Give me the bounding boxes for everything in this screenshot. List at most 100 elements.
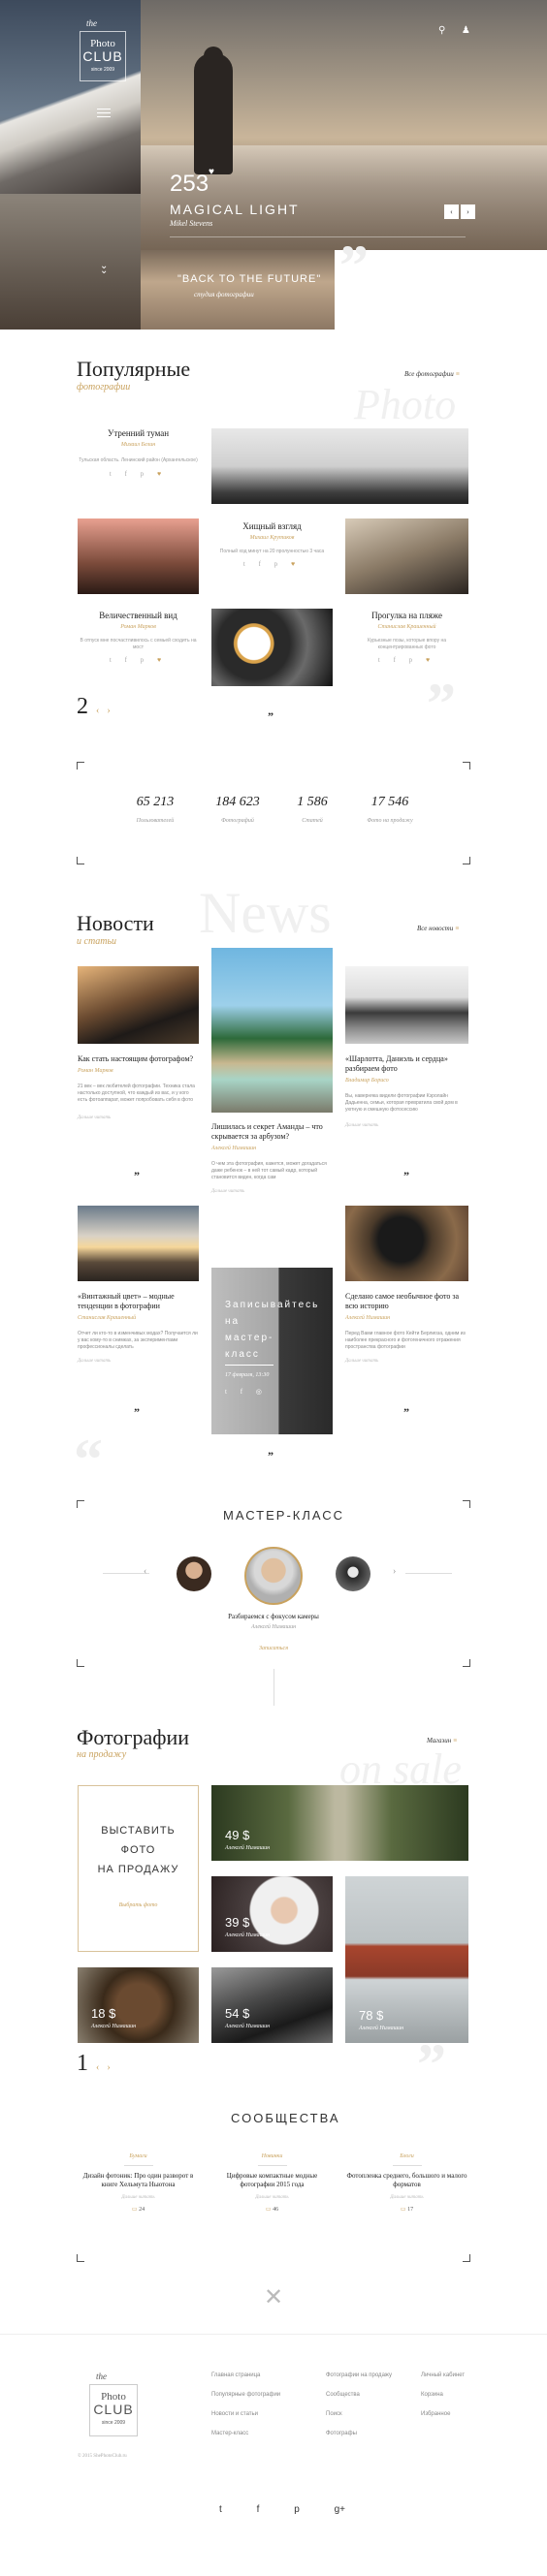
all-news-link[interactable]: Все новости	[417, 925, 460, 932]
footer-logo[interactable]: the Photo CLUB since 2009	[89, 2372, 138, 2436]
read-more-link[interactable]: Дальше читать	[345, 2195, 468, 2200]
share-icons[interactable]: t f p ♥	[345, 656, 468, 664]
hero-next-button[interactable]: ›	[461, 204, 475, 219]
quote-mark-icon: ”	[134, 1169, 140, 1182]
close-icon[interactable]: ✕	[264, 2283, 283, 2311]
popular-item-4[interactable]: Прогулка на пляже Станислав Крашенный Ку…	[345, 611, 468, 664]
photo-forest-road[interactable]: 49 $ Алексей Нимашин	[211, 1785, 468, 1861]
prev-page-button[interactable]: ‹	[96, 706, 99, 716]
pinterest-icon[interactable]: p	[294, 2504, 300, 2515]
photo-motorcycle[interactable]	[345, 966, 468, 1044]
quote-mark-icon: ”	[268, 1449, 274, 1462]
comments-count[interactable]: ▭ 24	[78, 2206, 199, 2213]
news-item-2[interactable]: Лишилась и секрет Аманды – что скрываетс…	[211, 1122, 333, 1194]
corner-decoration	[77, 762, 84, 770]
read-more-link[interactable]: Дальше читать	[345, 1123, 468, 1128]
corner-decoration	[463, 1500, 470, 1508]
footer-link[interactable]: Сообщества	[326, 2392, 392, 2398]
news-item-desc: 21 век – век любителей фотографии. Техни…	[78, 1084, 195, 1103]
site-logo[interactable]: the Photo CLUB since 2009	[80, 18, 126, 81]
photo-winter-girl[interactable]: 39 $ Алексей Нимашин	[211, 1876, 333, 1952]
community-item-1[interactable]: Бумаги Дизайн фотоник: Про один разворот…	[78, 2153, 199, 2213]
share-icons[interactable]: t f p ♥	[78, 656, 199, 664]
photo-golden-gate[interactable]: 78 $ Алексей Нимашин	[345, 1876, 468, 2043]
popular-item-2[interactable]: Хищный взгляд Михаил Крутиков Полный ход…	[211, 521, 333, 568]
search-icon[interactable]: ⚲	[438, 25, 445, 36]
heart-icon[interactable]: ♥	[209, 167, 214, 177]
read-more-link[interactable]: Дальше читать	[211, 2195, 333, 2200]
popular-item-3[interactable]: Величественный вид Роман Марков В отпуск…	[78, 611, 199, 664]
comments-count[interactable]: ▭ 17	[345, 2206, 468, 2213]
community-item-2[interactable]: Новинки Цифровые компактные модные фотог…	[211, 2153, 333, 2213]
share-icons[interactable]: t f ◎	[225, 1388, 268, 1396]
community-item-3[interactable]: Блоги Фотопленка среднего, большого и ма…	[345, 2153, 468, 2213]
footer-link[interactable]: Главная страница	[211, 2372, 280, 2378]
twitter-icon[interactable]: t	[219, 2504, 222, 2515]
comments-count[interactable]: ▭ 46	[211, 2206, 333, 2213]
masterclass-prev[interactable]: ‹	[144, 1566, 146, 1577]
comment-icon: ▭	[265, 2207, 272, 2213]
footer-link[interactable]: Популярные фотографии	[211, 2392, 280, 2398]
next-page-button[interactable]: ›	[107, 706, 110, 716]
next-page-button[interactable]: ›	[107, 2062, 110, 2073]
photo-bear[interactable]: 18 $ Алексей Нимашин	[78, 1967, 199, 2043]
news-item-author: Роман Марков	[78, 1068, 113, 1074]
item-desc: Тульская область. Ленинский район (Архан…	[79, 457, 198, 463]
footer-link[interactable]: Корзина	[421, 2392, 465, 2398]
photo-palms-van[interactable]	[211, 948, 333, 1113]
hero-prev-button[interactable]: ‹	[444, 204, 459, 219]
choose-photo-link[interactable]: Выбрать фото	[79, 1902, 198, 1908]
photo-camera[interactable]	[78, 966, 199, 1044]
share-icons[interactable]: t f p ♥	[78, 470, 199, 478]
news-item-4[interactable]: «Винтажный цвет» – модные тенденции в фо…	[78, 1292, 199, 1364]
masterclass-signup-link[interactable]: Записаться	[194, 1646, 353, 1651]
user-icon[interactable]: ♟	[462, 25, 470, 36]
masterclass-next[interactable]: ›	[393, 1566, 396, 1577]
photo-author: Алексей Нимашин	[91, 2024, 137, 2029]
share-icons[interactable]: t f p ♥	[211, 560, 333, 568]
all-photos-link[interactable]: Все фотографии	[404, 370, 460, 378]
read-more-link[interactable]: Дальше читать	[211, 1189, 333, 1194]
read-more-link[interactable]: Дальше читать	[78, 1115, 199, 1120]
footer-link[interactable]: Избранное	[421, 2411, 465, 2417]
footer-link[interactable]: Поиск	[326, 2411, 392, 2417]
stat-photos: 184 623 Фотографий	[199, 795, 276, 824]
hero-author[interactable]: Mikel Stevens	[170, 219, 212, 228]
footer-link[interactable]: Личный кабинет	[421, 2372, 465, 2378]
news-item-3[interactable]: «Шарлотта, Даниэль и сердца» разбираем ф…	[345, 1054, 468, 1128]
menu-icon[interactable]	[97, 109, 111, 117]
hero-sub-banner[interactable]: "BACK TO THE FUTURE" студия фотографии	[141, 250, 335, 330]
footer-link[interactable]: Фотографы	[326, 2431, 392, 2436]
community-title: СООБЩЕСТВА	[231, 2111, 340, 2125]
photo-bridge[interactable]	[78, 518, 199, 594]
photo-old-car[interactable]: 54 $ Алексей Нимашин	[211, 1967, 333, 2043]
google-plus-icon[interactable]: g+	[335, 2504, 345, 2515]
read-more-link[interactable]: Дальше читать	[78, 2195, 199, 2200]
promo-title: Записывайтесь на мастер-класс	[225, 1300, 320, 1360]
footer-link[interactable]: Новости и статьи	[211, 2411, 280, 2417]
avatar[interactable]	[177, 1556, 211, 1591]
news-item-6[interactable]: Сделано самое необычное фото за всю исто…	[345, 1292, 468, 1364]
read-more-link[interactable]: Дальше читать	[78, 1359, 199, 1364]
item-author: Роман Марков	[120, 624, 156, 630]
footer-link[interactable]: Фотографии на продажу	[326, 2372, 392, 2378]
footer-link[interactable]: Мастер-класс	[211, 2431, 280, 2436]
prev-page-button[interactable]: ‹	[96, 2062, 99, 2073]
avatar-active[interactable]	[244, 1547, 303, 1605]
sell-photo-promo[interactable]: ВЫСТАВИТЬ ФОТО НА ПРОДАЖУ Выбрать фото	[78, 1785, 199, 1952]
photo-dog-beach[interactable]	[345, 518, 468, 594]
photo-eagle[interactable]	[211, 609, 333, 686]
news-item-1[interactable]: Как стать настоящим фотографом? Роман Ма…	[78, 1054, 199, 1120]
photo-train-station[interactable]	[78, 1206, 199, 1281]
photo-dog-face[interactable]	[345, 1206, 468, 1281]
shop-link[interactable]: Магазин	[427, 1737, 458, 1744]
facebook-icon[interactable]: f	[257, 2504, 260, 2515]
masterclass-promo[interactable]: Записывайтесь на мастер-класс 17 февраля…	[211, 1268, 333, 1434]
popular-item-1[interactable]: Утренний туман Михаил Белин Тульская обл…	[78, 428, 199, 478]
avatar[interactable]	[336, 1556, 370, 1591]
read-more-link[interactable]: Дальше читать	[345, 1359, 468, 1364]
chevron-down-icon[interactable]: ⌄ ⌄	[100, 262, 108, 276]
logo-club: CLUB	[82, 48, 123, 64]
photo-forest[interactable]	[211, 428, 468, 504]
heart-icon: ♥	[156, 470, 168, 478]
